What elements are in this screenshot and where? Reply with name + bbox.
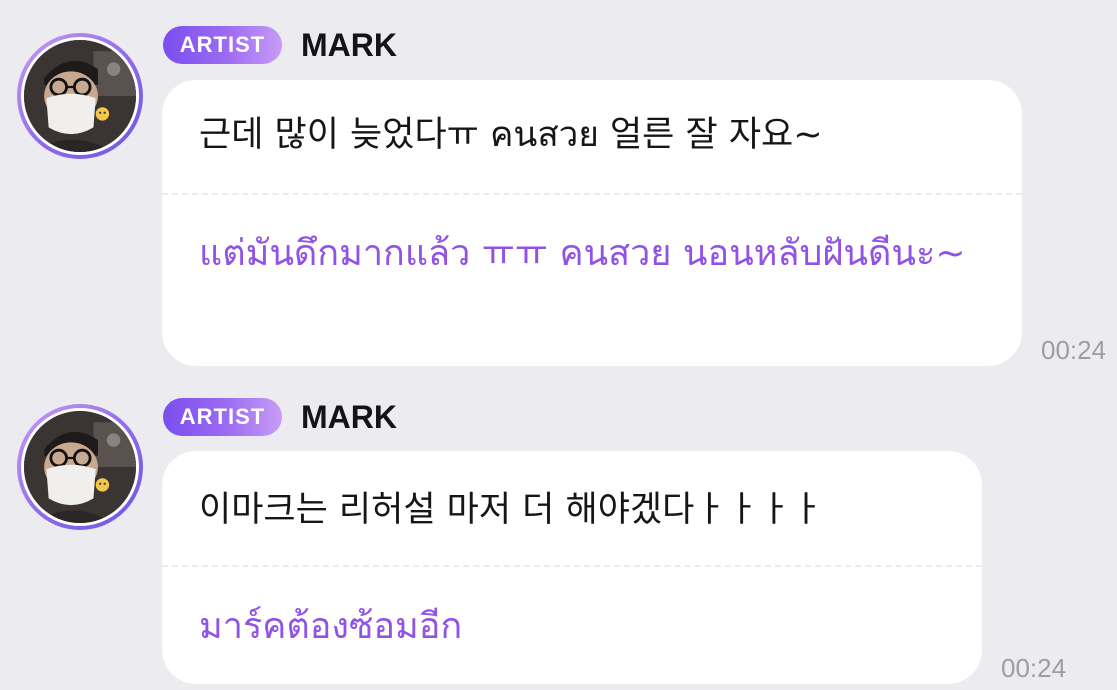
- avatar[interactable]: [17, 33, 143, 159]
- translation-divider: [162, 565, 982, 567]
- artist-badge: ARTIST: [163, 26, 282, 64]
- sender-name: MARK: [301, 27, 397, 63]
- message-bubble[interactable]: 근데 많이 늦었다ㅠ คนสวย 얼른 잘 자요~ แต่มันดึกมากแล…: [162, 80, 1022, 366]
- translated-message-text: แต่มันดึกมากแล้ว ㅠㅠ คนสวย นอนหลับฝันดีนะ…: [199, 233, 966, 274]
- message-bubble[interactable]: 이마크는 리허설 마저 더 해야겠다ㅏㅏㅏㅏ มาร์คต้องซ้อมอีก: [162, 451, 982, 684]
- original-message-text: 근데 많이 늦었다ㅠ คนสวย 얼른 잘 자요~: [199, 115, 823, 155]
- message-timestamp: 00:24: [1041, 335, 1107, 365]
- message-timestamp: 00:24: [1001, 653, 1067, 683]
- sender-name: MARK: [301, 399, 397, 435]
- avatar-photo: [24, 411, 136, 523]
- original-message-text: 이마크는 리허설 마저 더 해야겠다ㅏㅏㅏㅏ: [199, 490, 824, 530]
- avatar[interactable]: [17, 404, 143, 530]
- artist-badge: ARTIST: [163, 398, 282, 436]
- translated-message-text: มาร์คต้องซ้อมอีก: [199, 606, 463, 647]
- translation-divider: [162, 193, 1022, 195]
- avatar-photo: [24, 40, 136, 152]
